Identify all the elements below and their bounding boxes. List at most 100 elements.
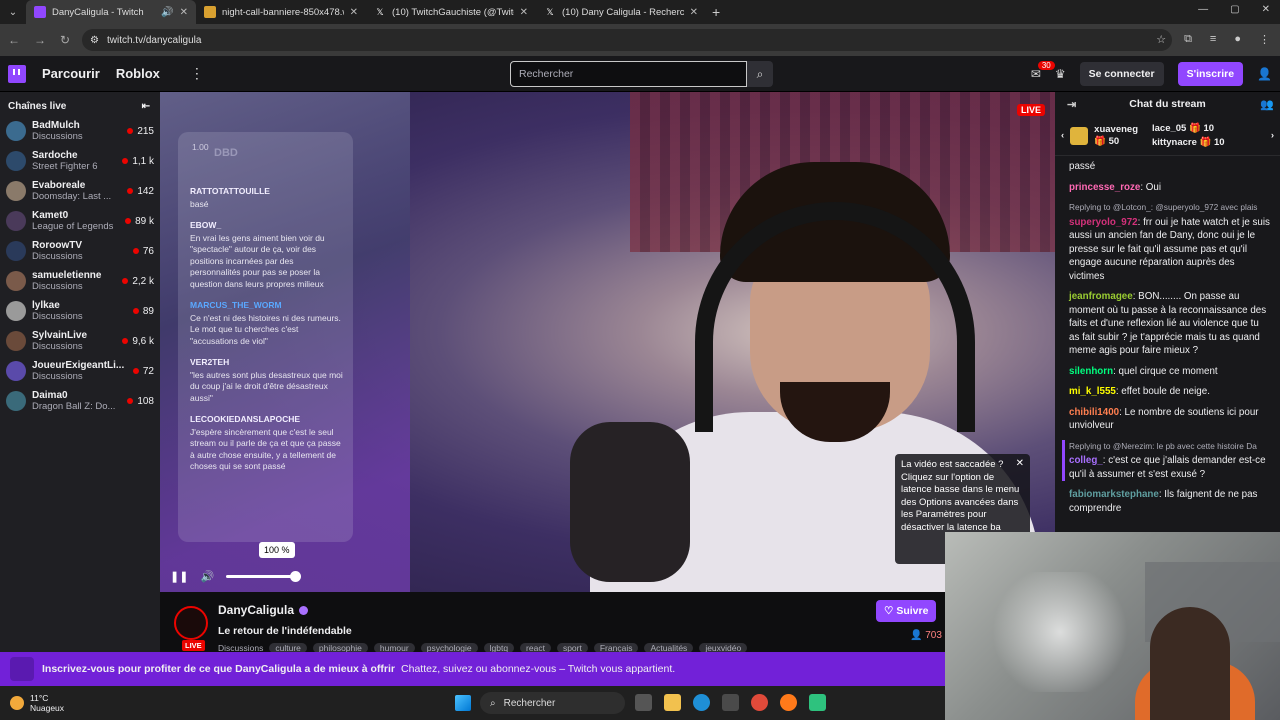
chat-username[interactable]: jeanfromagee (1069, 291, 1133, 302)
search-input[interactable]: Rechercher (510, 61, 747, 87)
new-tab-button[interactable]: + (712, 4, 720, 20)
weather-temp: 11°C (30, 693, 49, 703)
sidebar-channel[interactable]: Kamet0 League of Legends 89 k (0, 206, 160, 236)
gift-icon (1070, 126, 1089, 145)
search-icon[interactable]: ⌕ (747, 61, 773, 87)
chat-username[interactable]: fabiomarkstephane (1069, 489, 1159, 500)
taskbar-apps (635, 694, 826, 711)
follow-button[interactable]: ♡ Suivre (876, 600, 937, 622)
video-player[interactable]: 1.00 DBD RATTOTATTOUILLE basé EBOW_ En vr… (160, 92, 1055, 592)
overlay-username: EBOW_ (190, 220, 222, 230)
app-icon[interactable] (809, 694, 826, 711)
chrome-icon[interactable] (751, 694, 768, 711)
viewer-count: 👤 703 (910, 630, 942, 641)
sidebar-channel[interactable]: Sardoche Street Fighter 6 1,1 k (0, 146, 160, 176)
browser-tab-x2[interactable]: 𝕏 (10) Dany Caligula - Recherche ✕ (536, 0, 706, 24)
chat-username[interactable]: colleg_ (1069, 455, 1103, 466)
chat-users-icon[interactable]: 👥 (1260, 98, 1274, 111)
channel-avatar[interactable] (174, 606, 208, 640)
profile-icon[interactable]: ● (1234, 33, 1241, 46)
bookmark-star-icon[interactable]: ☆ (1156, 33, 1166, 46)
chat-message: passé (1069, 160, 1270, 174)
sidebar-channel[interactable]: SylvainLive Discussions 9,6 k (0, 326, 160, 356)
nav-game-link[interactable]: Roblox (116, 66, 160, 81)
channel-avatar (6, 211, 26, 231)
task-view-icon[interactable] (635, 694, 652, 711)
close-icon[interactable]: ✕ (350, 7, 358, 18)
volume-slider[interactable] (226, 571, 302, 582)
tab-title: DanyCaligula - Twitch (52, 6, 144, 18)
viewer-count-text: 2,2 k (132, 275, 154, 287)
close-window-icon[interactable]: ✕ (1262, 4, 1270, 15)
collapse-chat-icon[interactable]: ⇥ (1067, 98, 1076, 111)
taskbar-search[interactable]: ⌕ Rechercher (480, 692, 625, 714)
channel-name[interactable]: DanyCaligula (218, 603, 309, 617)
browser-tab-x1[interactable]: 𝕏 (10) TwitchGauchiste (@Twitch ✕ (366, 0, 536, 24)
windows-start-icon[interactable] (455, 695, 471, 711)
taskbar-search-text: Rechercher (503, 697, 556, 709)
volume-icon[interactable]: 🔊 (200, 570, 214, 583)
sidebar-channel[interactable]: Daima0 Dragon Ball Z: Do... 108 (0, 386, 160, 416)
browser-toolbar: ☆ ⧉ ≡ ● ⋮ (1156, 33, 1270, 46)
nav-browse-link[interactable]: Parcourir (42, 66, 100, 81)
live-dot-icon (132, 248, 139, 254)
reload-icon[interactable]: ↻ (60, 33, 70, 47)
signup-button[interactable]: S'inscrire (1177, 62, 1244, 86)
tab-search-icon[interactable]: ⌄ (0, 7, 26, 18)
banner-text: Chattez, suivez ou abonnez-vous – Twitch… (401, 663, 676, 675)
extensions-icon[interactable]: ⧉ (1184, 33, 1192, 46)
chat-username[interactable]: silenhorn (1069, 366, 1113, 377)
firefox-icon[interactable] (780, 694, 797, 711)
close-icon[interactable]: ✕ (520, 7, 528, 18)
speaker-icon[interactable]: 🔊 (161, 7, 173, 18)
chat-message: chibili1400: Le nombre de soutiens ici p… (1069, 406, 1270, 433)
forward-icon[interactable]: → (34, 33, 46, 47)
browser-tab-twitch[interactable]: DanyCaligula - Twitch 🔊 ✕ (26, 0, 196, 24)
edge-icon[interactable] (693, 694, 710, 711)
more-menu-icon[interactable]: ⋮ (190, 65, 204, 82)
collapse-sidebar-icon[interactable]: ⇤ (142, 101, 150, 112)
live-badge: LIVE (182, 640, 205, 651)
stream-chat: ⇥ Chat du stream 👥 ‹ xuaveneg 🎁 50 lace_… (1055, 92, 1280, 532)
close-icon[interactable]: ✕ (690, 7, 698, 18)
chat-username[interactable]: princesse_roze (1069, 182, 1140, 193)
user-menu-icon[interactable]: 👤 (1257, 67, 1272, 81)
signup-banner[interactable]: Inscrivez-vous pour profiter de ce que D… (0, 652, 945, 686)
twitch-logo-icon[interactable] (8, 64, 26, 83)
x-icon: 𝕏 (376, 6, 384, 17)
close-icon[interactable]: ✕ (1016, 458, 1024, 471)
close-icon[interactable]: ✕ (180, 7, 188, 18)
url-field[interactable]: ⚙ twitch.tv/danycaligula (82, 29, 1172, 51)
chat-username[interactable]: chibili1400 (1069, 407, 1119, 418)
sidebar-channel[interactable]: samueletienne Discussions 2,2 k (0, 266, 160, 296)
chat-username[interactable]: mi_k_l555 (1069, 386, 1116, 397)
sidebar-channel[interactable]: RoroowTV Discussions 76 (0, 236, 160, 266)
sidebar-channel[interactable]: JoueurExigeantLi... Discussions 72 (0, 356, 160, 386)
sidebar-channel[interactable]: lylkae Discussions 89 (0, 296, 160, 326)
inbox-icon[interactable]: ✉ 30 (1031, 61, 1055, 81)
reply-context: Replying to @Lotcon_: @superyolo_972 ave… (1069, 202, 1258, 212)
chevron-right-icon[interactable]: › (1271, 130, 1274, 141)
site-info-icon[interactable]: ⚙ (90, 35, 99, 46)
overlay-label: 1.00 (192, 142, 209, 152)
windows-taskbar: 11°C Nuageux ⌕ Rechercher (0, 686, 945, 720)
media-icon[interactable]: ≡ (1210, 33, 1216, 46)
sidebar-channel[interactable]: Evaboreale Doomsday: Last ... 142 (0, 176, 160, 206)
weather-widget[interactable]: 11°C Nuageux (0, 693, 64, 713)
chat-username[interactable]: superyolo_972 (1069, 217, 1138, 228)
viewer-count: 142 (127, 186, 154, 197)
browser-menu-icon[interactable]: ⋮ (1259, 33, 1270, 46)
prime-icon[interactable]: ♛ (1055, 67, 1066, 81)
maximize-icon[interactable]: ▢ (1230, 4, 1239, 15)
minimize-icon[interactable]: — (1198, 4, 1208, 15)
pause-icon[interactable]: ❚❚ (170, 570, 188, 583)
back-icon[interactable]: ← (8, 33, 20, 47)
sidebar-channel[interactable]: BadMulch Discussions 215 (0, 116, 160, 146)
x-icon: 𝕏 (546, 6, 554, 17)
browser-tab-image[interactable]: night-call-banniere-850x478.w ✕ (196, 0, 366, 24)
viewer-count-text: 215 (137, 125, 154, 137)
store-icon[interactable] (722, 694, 739, 711)
login-button[interactable]: Se connecter (1079, 62, 1164, 86)
chevron-left-icon[interactable]: ‹ (1061, 130, 1064, 141)
file-explorer-icon[interactable] (664, 694, 681, 711)
